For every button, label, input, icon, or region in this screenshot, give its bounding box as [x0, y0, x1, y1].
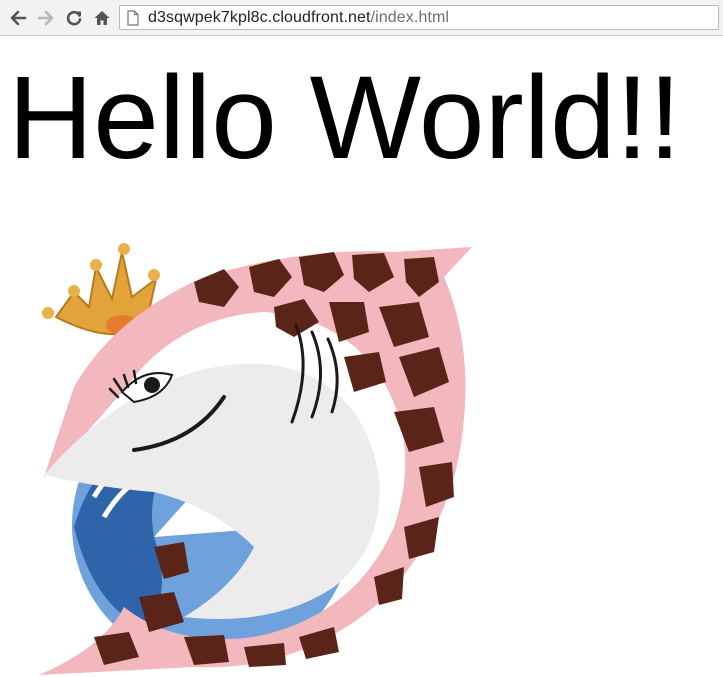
document-icon	[122, 7, 144, 29]
page-content: Hello World!!	[0, 37, 723, 675]
address-bar[interactable]: d3sqwpek7kpl8c.cloudfront.net/index.html	[119, 5, 719, 30]
back-button[interactable]	[6, 6, 30, 30]
address-url: d3sqwpek7kpl8c.cloudfront.net/index.html	[148, 9, 449, 27]
shark-logo	[39, 243, 472, 675]
browser-toolbar: d3sqwpek7kpl8c.cloudfront.net/index.html	[0, 0, 723, 36]
url-path: /index.html	[370, 8, 450, 26]
forward-button[interactable]	[34, 6, 58, 30]
url-host: d3sqwpek7kpl8c.cloudfront.net	[148, 8, 371, 26]
reload-button[interactable]	[62, 6, 86, 30]
arrow-right-icon	[37, 10, 54, 26]
page-heading: Hello World!!	[8, 52, 682, 184]
arrow-left-icon	[10, 10, 27, 26]
home-icon	[94, 11, 110, 25]
home-button[interactable]	[90, 6, 114, 30]
reload-icon	[66, 10, 82, 26]
